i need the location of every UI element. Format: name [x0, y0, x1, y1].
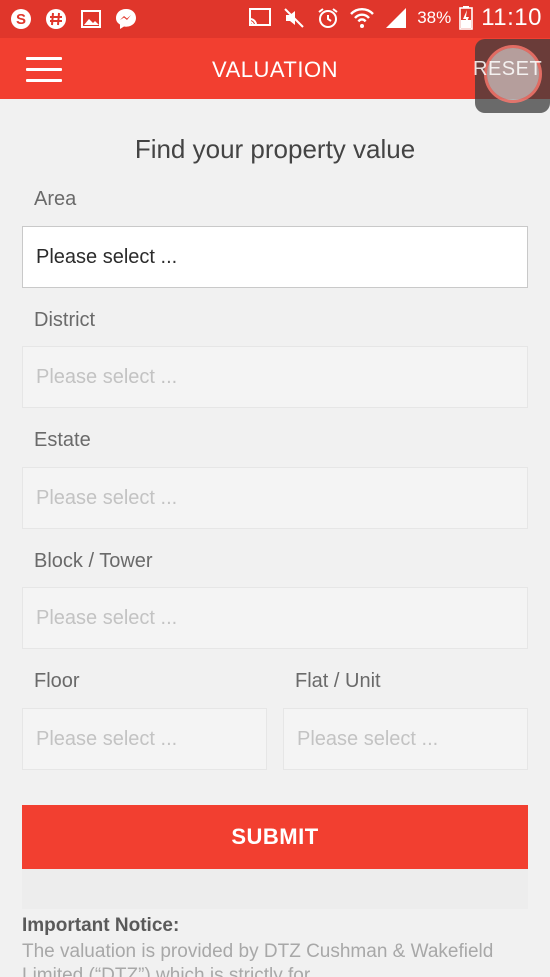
block-tower-label: Block / Tower: [34, 550, 153, 572]
flat-unit-label: Flat / Unit: [295, 670, 381, 692]
notice-title: Important Notice:: [22, 915, 180, 936]
hash-app-icon: [43, 6, 69, 32]
battery-percent: 38%: [417, 8, 452, 27]
area-label: Area: [34, 188, 77, 210]
estate-label: Estate: [34, 429, 91, 451]
reset-button[interactable]: RESET: [473, 58, 542, 81]
svg-text:S: S: [16, 11, 26, 28]
status-bar: S 38% 11:10: [0, 0, 550, 38]
estate-select[interactable]: Please select ...: [22, 467, 528, 529]
notification-icons: S: [8, 6, 139, 32]
alarm-icon: [315, 5, 341, 31]
divider-strip: [22, 869, 528, 909]
signal-icon: [383, 5, 409, 31]
flat-unit-select[interactable]: Please select ...: [283, 708, 528, 770]
messenger-icon: [113, 6, 139, 32]
area-select[interactable]: Please select ...: [22, 226, 528, 288]
district-label: District: [34, 309, 96, 331]
wifi-icon: [349, 5, 375, 31]
notice-body: The valuation is provided by DTZ Cushman…: [22, 941, 494, 977]
district-select[interactable]: Please select ...: [22, 346, 528, 408]
skype-icon: S: [8, 6, 34, 32]
mute-icon: [281, 5, 307, 31]
battery-charging-icon: [459, 5, 474, 31]
submit-button[interactable]: SUBMIT: [22, 805, 528, 869]
gallery-icon: [78, 6, 104, 32]
system-icons: 38% 11:10: [247, 4, 542, 32]
form-heading: Find your property value: [134, 134, 416, 164]
floor-label: Floor: [34, 670, 80, 692]
page-title: VALUATION: [212, 57, 338, 82]
cast-icon: [247, 5, 273, 31]
floor-select[interactable]: Please select ...: [22, 708, 267, 770]
clock: 11:10: [481, 4, 542, 31]
block-tower-select[interactable]: Please select ...: [22, 587, 528, 649]
app-bar: VALUATION: [0, 38, 550, 99]
